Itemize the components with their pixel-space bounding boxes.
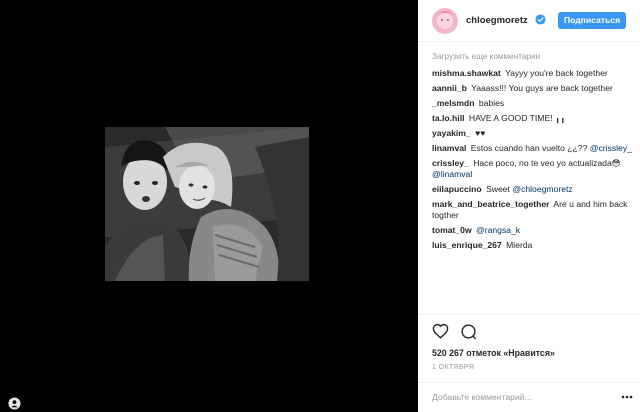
photo-stage: [0, 0, 418, 412]
comment-username[interactable]: linamval: [432, 143, 466, 153]
heart-icon[interactable]: [432, 323, 449, 339]
comment-text: babies: [478, 98, 505, 108]
comment-mention[interactable]: @chloegmoretz: [512, 184, 572, 194]
comment-text: Hace poco, no te veo yo actualizada😳: [473, 158, 621, 168]
comment-username[interactable]: aannii_b: [432, 83, 467, 93]
comment-text: Yayyy you're back together: [505, 68, 608, 78]
comment-item: linamval Estos cuando han vuelto ¿¿?? @c…: [432, 143, 632, 154]
tagged-user-icon[interactable]: [8, 397, 21, 410]
avatar[interactable]: [432, 8, 458, 34]
load-more-comments-link[interactable]: Загрузить еще комментарии: [432, 52, 632, 61]
comment-text: Yaaass!!! You guys are back together: [471, 83, 613, 93]
comment-text: ♥♥: [475, 128, 486, 138]
post-photo[interactable]: [105, 127, 309, 281]
comment-item: yayakim_ ♥♥: [432, 128, 632, 139]
comment-item: tomat_0w @rangsa_k: [432, 225, 632, 236]
comment-mention[interactable]: @linamval: [432, 169, 472, 179]
post-date: 1 ОКТЯБРЯ: [432, 364, 475, 371]
photo-image: [105, 127, 309, 281]
comment-item: mishma.shawkat Yayyy you're back togethe…: [432, 68, 632, 79]
comment-item: mark_and_beatrice_together Are u and him…: [432, 199, 632, 221]
comment-input[interactable]: [432, 390, 612, 404]
comment-username[interactable]: mark_and_beatrice_together: [432, 199, 550, 209]
comment-item: _melsmdn babies: [432, 98, 632, 109]
comment-username[interactable]: eiilapuccino: [432, 184, 482, 194]
post-author-username[interactable]: chloegmoretz: [466, 15, 528, 26]
post-side-panel: chloegmoretz Подписаться Загрузить еще к…: [418, 0, 640, 412]
comment-item: eiilapuccino Sweet @chloegmoretz: [432, 184, 632, 195]
comment-text: Sweet: [486, 184, 510, 194]
avatar-image: [432, 8, 458, 34]
comment-username[interactable]: yayakim_: [432, 128, 471, 138]
comment-text: Mierda: [506, 240, 533, 250]
comment-bubble-icon[interactable]: [460, 323, 477, 340]
add-comment-bar: [418, 382, 640, 411]
verified-badge-icon: [535, 14, 546, 25]
comment-item: ta.lo.hill HAVE A GOOD TIME! ╻╻: [432, 113, 632, 124]
comment-list: Загрузить еще комментарии mishma.shawkat…: [432, 52, 632, 314]
comment-username[interactable]: luis_enrique_267: [432, 240, 502, 250]
comment-username[interactable]: mishma.shawkat: [432, 68, 501, 78]
comment-mention[interactable]: @crissley_: [590, 143, 632, 153]
comment-username[interactable]: _melsmdn: [432, 98, 475, 108]
comment-username[interactable]: tomat_0w: [432, 225, 472, 235]
comment-text: Estos cuando han vuelto ¿¿??: [470, 143, 588, 153]
post-actions: 520 267 отметок «Нравится» 1 ОКТЯБРЯ: [418, 314, 640, 410]
follow-button[interactable]: Подписаться: [558, 12, 626, 29]
comment-item: aannii_b Yaaass!!! You guys are back tog…: [432, 83, 632, 94]
comment-text: HAVE A GOOD TIME! ╻╻: [468, 113, 566, 123]
like-count[interactable]: 520 267 отметок «Нравится»: [432, 348, 555, 358]
comment-mention[interactable]: @rangsa_k: [476, 225, 520, 235]
comment-item: luis_enrique_267 Mierda: [432, 240, 632, 251]
comment-item: crissley_ Hace poco, no te veo yo actual…: [432, 158, 632, 180]
more-options-icon[interactable]: [621, 395, 633, 399]
comment-username[interactable]: crissley_: [432, 158, 469, 168]
comment-username[interactable]: ta.lo.hill: [432, 113, 464, 123]
post-header: chloegmoretz Подписаться: [418, 0, 640, 42]
